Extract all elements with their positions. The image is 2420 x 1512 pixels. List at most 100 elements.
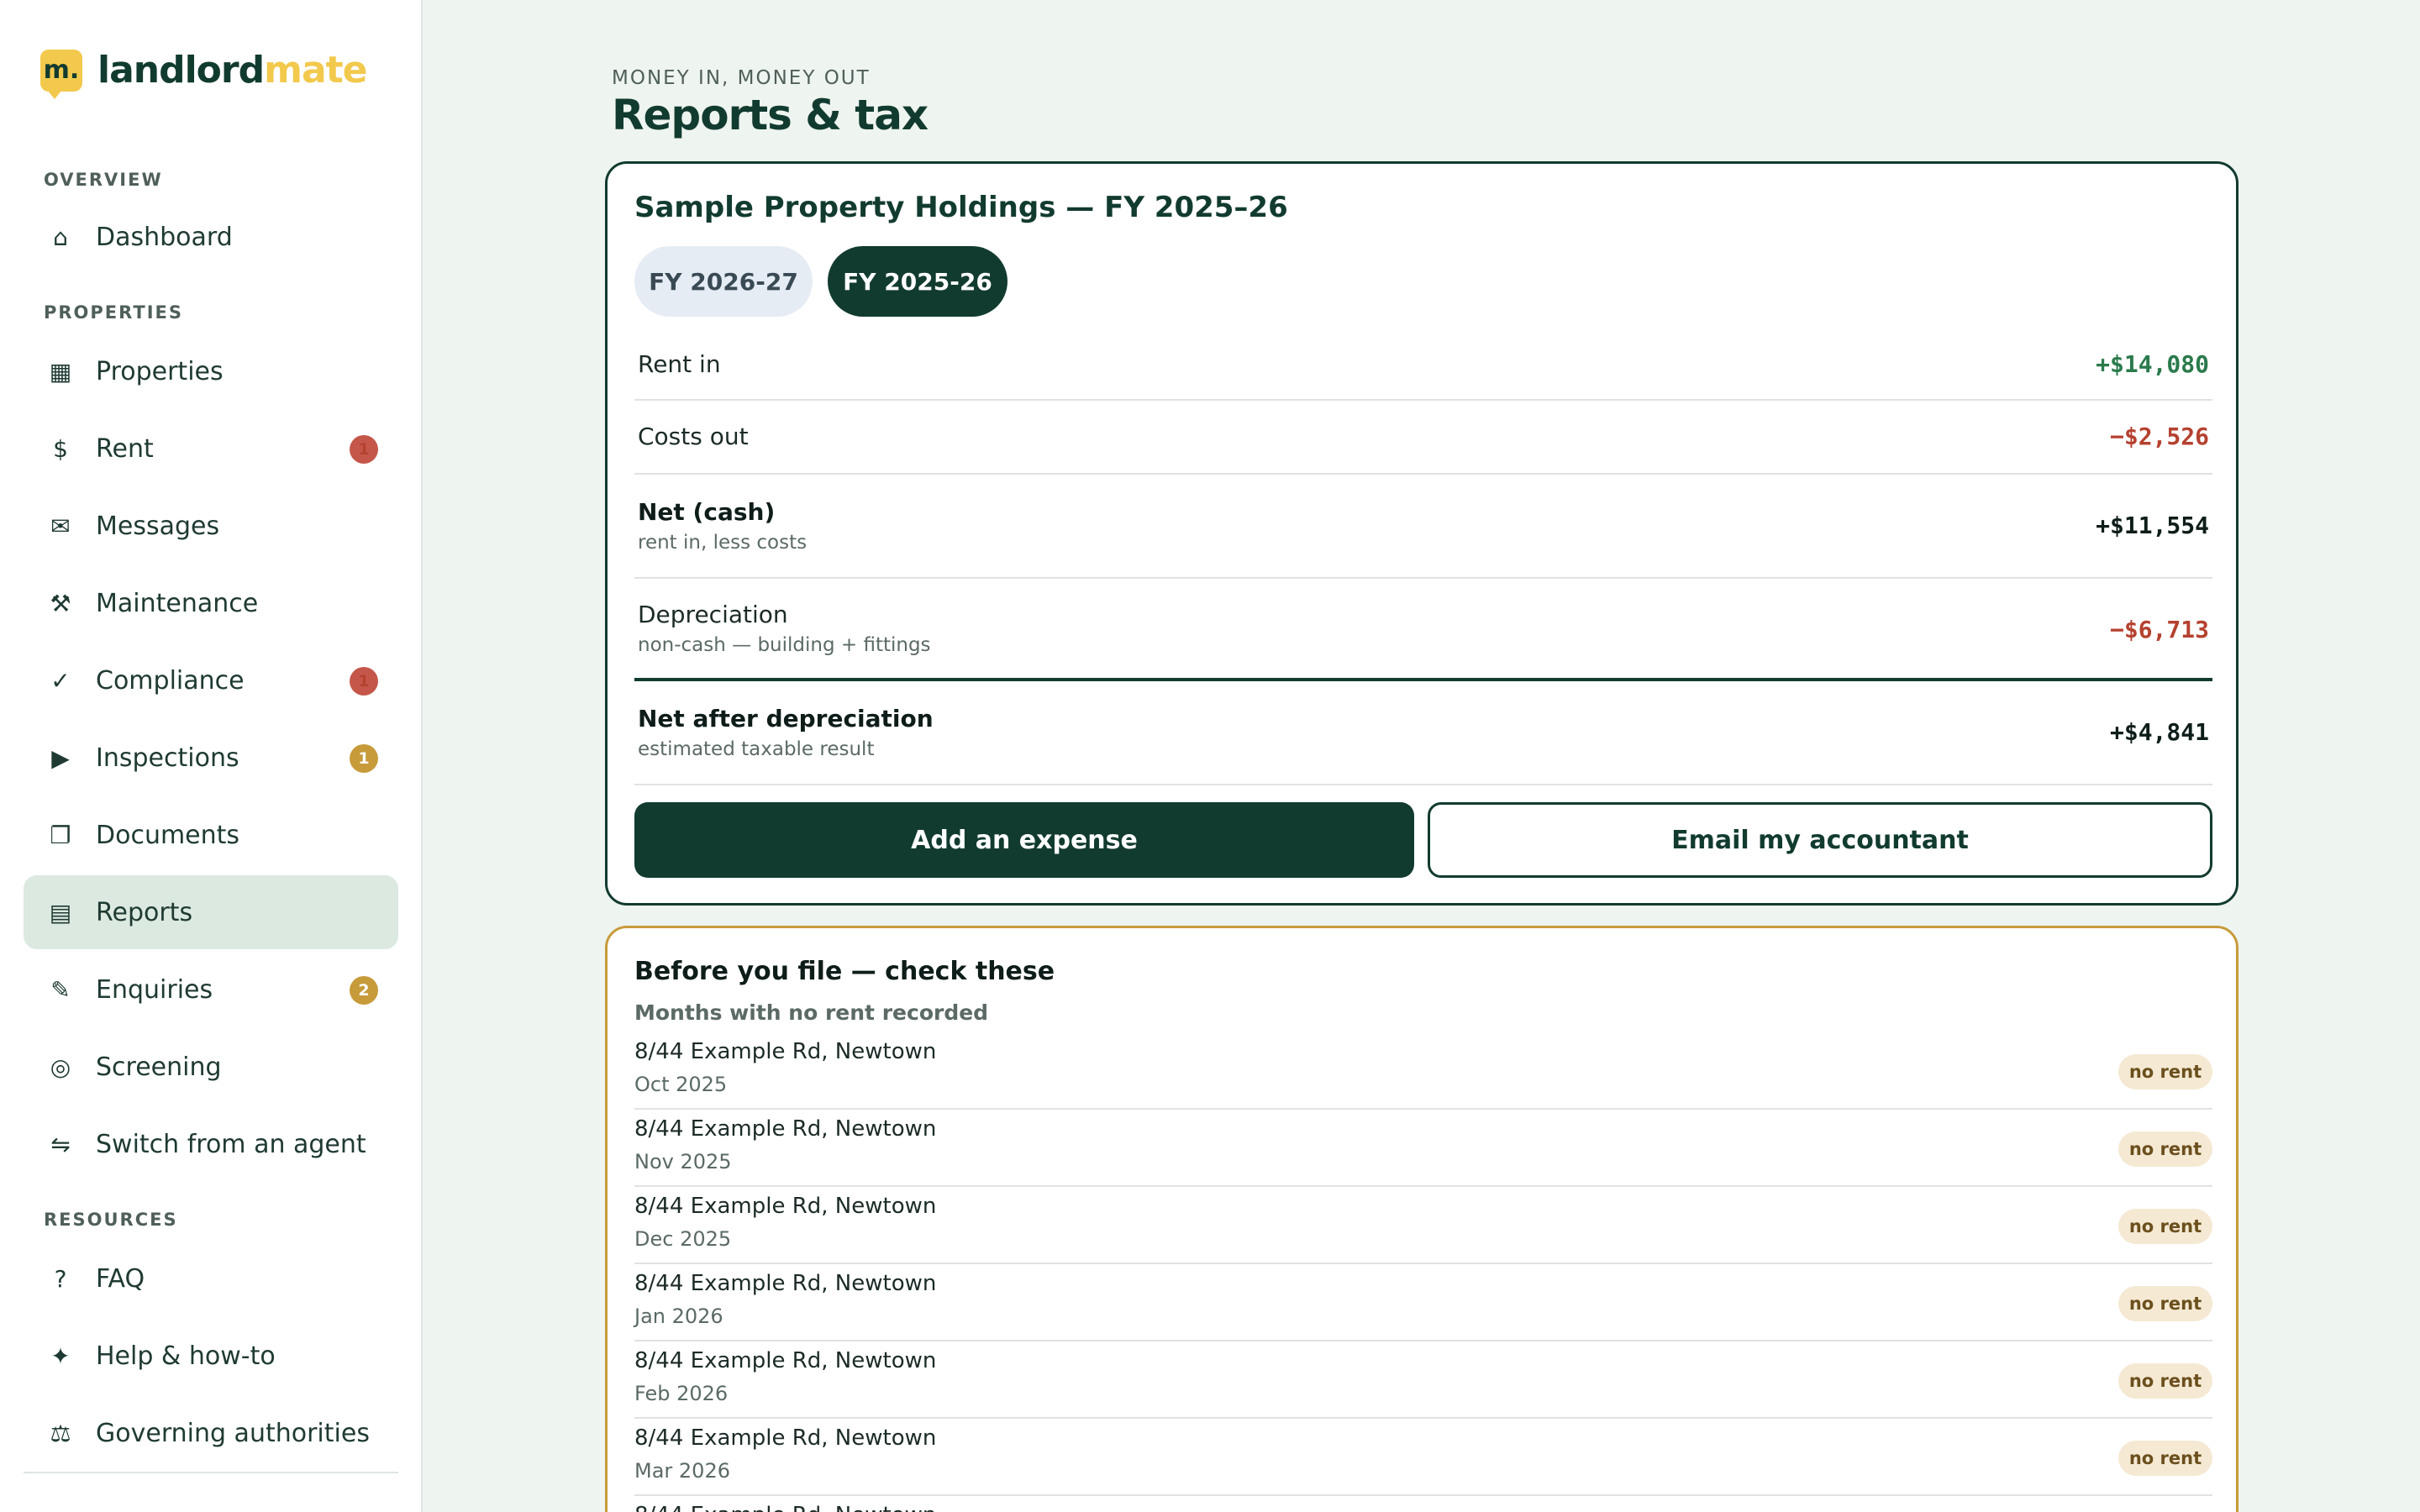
status-badge: no rent [2118,1209,2212,1244]
summary-card: Sample Property Holdings — FY 2025–26 FY… [605,161,2238,906]
sidebar-item-properties[interactable]: ▦ Properties [24,334,398,408]
missing-month: Jan 2026 [634,1305,723,1328]
list-item[interactable]: 8/44 Example Rd, Newtown no rent [634,1496,2212,1512]
sidebar-item-inspections[interactable]: ▶ Inspections 1 [24,721,398,795]
property-address: 8/44 Example Rd, Newtown [634,1116,937,1142]
scales-icon: ⚖ [50,1419,71,1447]
notification-badge: 1 [350,667,378,696]
building-icon: ▦ [49,357,72,386]
missing-month: Mar 2026 [634,1459,730,1483]
brand-logo[interactable]: m. landlordmate [40,49,368,99]
sidebar-item-enquiries[interactable]: ✎ Enquiries 2 [24,953,398,1026]
list-item[interactable]: 8/44 Example Rd, Newtown Nov 2025 no ren… [634,1110,2212,1187]
sidebar-item-label: Rent [96,433,154,464]
section-properties: PROPERTIES [44,302,183,323]
sidebar-item-label: Governing authorities [96,1418,370,1448]
dollar-icon: $ [53,434,68,463]
list-item[interactable]: 8/44 Example Rd, Newtown Mar 2026 no ren… [634,1419,2212,1496]
list-item[interactable]: 8/44 Example Rd, Newtown Jan 2026 no ren… [634,1264,2212,1341]
page-title: Reports & tax [612,91,929,139]
sidebar-item-help[interactable]: ✦ Help & how-to [24,1319,398,1393]
sidebar-item-switch-agent[interactable]: ⇋ Switch from an agent [24,1107,398,1181]
row-sublabel: non-cash — building + fittings [638,634,931,656]
sidebar-item-documents[interactable]: ❐ Documents [24,798,398,872]
row-label: Rent in [638,350,721,378]
sidebar-item-label: Enquiries [96,974,213,1005]
add-expense-button[interactable]: Add an expense [634,802,1414,878]
home-icon: ⌂ [53,223,68,251]
missing-month: Nov 2025 [634,1150,732,1173]
row-value: +$11,554 [2096,512,2209,539]
pre-filing-checks-card: Before you file — check these Months wit… [605,926,2238,1512]
sidebar-item-label: Screening [96,1052,222,1082]
missing-month: Dec 2025 [634,1227,732,1251]
missing-month: Oct 2025 [634,1073,728,1096]
tab-fy-2025-26[interactable]: FY 2025-26 [828,246,1007,317]
logo-mark: m. [40,49,82,99]
row-value: +$14,080 [2096,350,2209,378]
notification-badge: 1 [350,744,378,773]
list-item[interactable]: 8/44 Example Rd, Newtown Dec 2025 no ren… [634,1187,2212,1264]
property-address: 8/44 Example Rd, Newtown [634,1348,937,1373]
row-value: +$4,841 [2109,718,2209,746]
checks-subtitle: Months with no rent recorded [634,1000,989,1025]
list-item[interactable]: 8/44 Example Rd, Newtown Feb 2026 no ren… [634,1341,2212,1419]
document-icon: ❐ [50,821,71,849]
section-overview: OVERVIEW [44,170,163,190]
row-sublabel: rent in, less costs [638,532,808,554]
sidebar-item-authorities[interactable]: ⚖ Governing authorities [24,1396,398,1470]
summary-row-net-after-depreciation: Net after depreciation estimated taxable… [634,678,2212,785]
summary-row-net-cash: Net (cash) rent in, less costs +$11,554 [634,475,2212,579]
list-item[interactable]: 8/44 Example Rd, Newtown Oct 2025 no ren… [634,1032,2212,1110]
sidebar-item-label: Properties [96,356,224,386]
sidebar-item-reports[interactable]: ▤ Reports [24,875,398,949]
sidebar-item-messages[interactable]: ✉ Messages [24,489,398,563]
sidebar-item-label: Maintenance [96,588,259,618]
email-accountant-button[interactable]: Email my accountant [1428,802,2212,878]
envelope-icon: ✉ [50,512,71,540]
sidebar-item-label: Help & how-to [96,1341,276,1371]
sidebar-item-faq[interactable]: ? FAQ [24,1242,398,1315]
sidebar-item-label: Dashboard [96,222,233,252]
checkmark-icon: ✓ [50,666,71,695]
notification-badge: 2 [350,976,378,1005]
sidebar-item-screening[interactable]: ◎ Screening [24,1030,398,1104]
sidebar-item-label: Compliance [96,665,245,696]
sidebar-item-label: Documents [96,820,240,850]
summary-row-rent-in: Rent in +$14,080 [634,330,2212,401]
property-address: 8/44 Example Rd, Newtown [634,1039,937,1064]
status-badge: no rent [2118,1441,2212,1476]
report-icon: ▤ [49,898,72,927]
status-badge: no rent [2118,1363,2212,1399]
sidebar-item-label: Messages [96,511,220,541]
sidebar-item-maintenance[interactable]: ⚒ Maintenance [24,566,398,640]
checks-title: Before you file — check these [634,957,1055,986]
swap-icon: ⇋ [50,1130,71,1158]
sidebar-item-dashboard[interactable]: ⌂ Dashboard [24,200,398,274]
question-icon: ? [54,1264,67,1293]
sidebar-item-label: FAQ [96,1263,145,1294]
logo-text-mate: mate [264,49,367,92]
row-sublabel: estimated taxable result [638,738,875,760]
tab-fy-2026-27[interactable]: FY 2026-27 [634,246,813,317]
target-icon: ◎ [50,1053,71,1081]
logo-wordmark: landlordmate [97,49,368,92]
tools-icon: ⚒ [50,589,71,617]
summary-row-costs-out: Costs out −$2,526 [634,402,2212,475]
logo-text-landlord: landlord [97,49,265,92]
notification-badge: 1 [350,435,378,464]
page-eyebrow: MONEY IN, MONEY OUT [612,67,871,89]
sidebar-item-compliance[interactable]: ✓ Compliance 1 [24,643,398,717]
sidebar-item-label: Inspections [96,743,239,773]
missing-month: Feb 2026 [634,1382,729,1405]
sidebar: m. landlordmate OVERVIEW ⌂ Dashboard PRO… [0,0,423,1512]
row-value: −$2,526 [2109,423,2209,450]
row-label: Depreciation [638,601,788,628]
status-badge: no rent [2118,1131,2212,1167]
sidebar-item-rent[interactable]: $ Rent 1 [24,412,398,486]
row-label: Net after depreciation [638,705,934,732]
row-label: Costs out [638,423,749,450]
summary-title: Sample Property Holdings — FY 2025–26 [634,191,1288,224]
row-label: Net (cash) [638,498,776,526]
sparkle-icon: ✦ [50,1341,71,1370]
